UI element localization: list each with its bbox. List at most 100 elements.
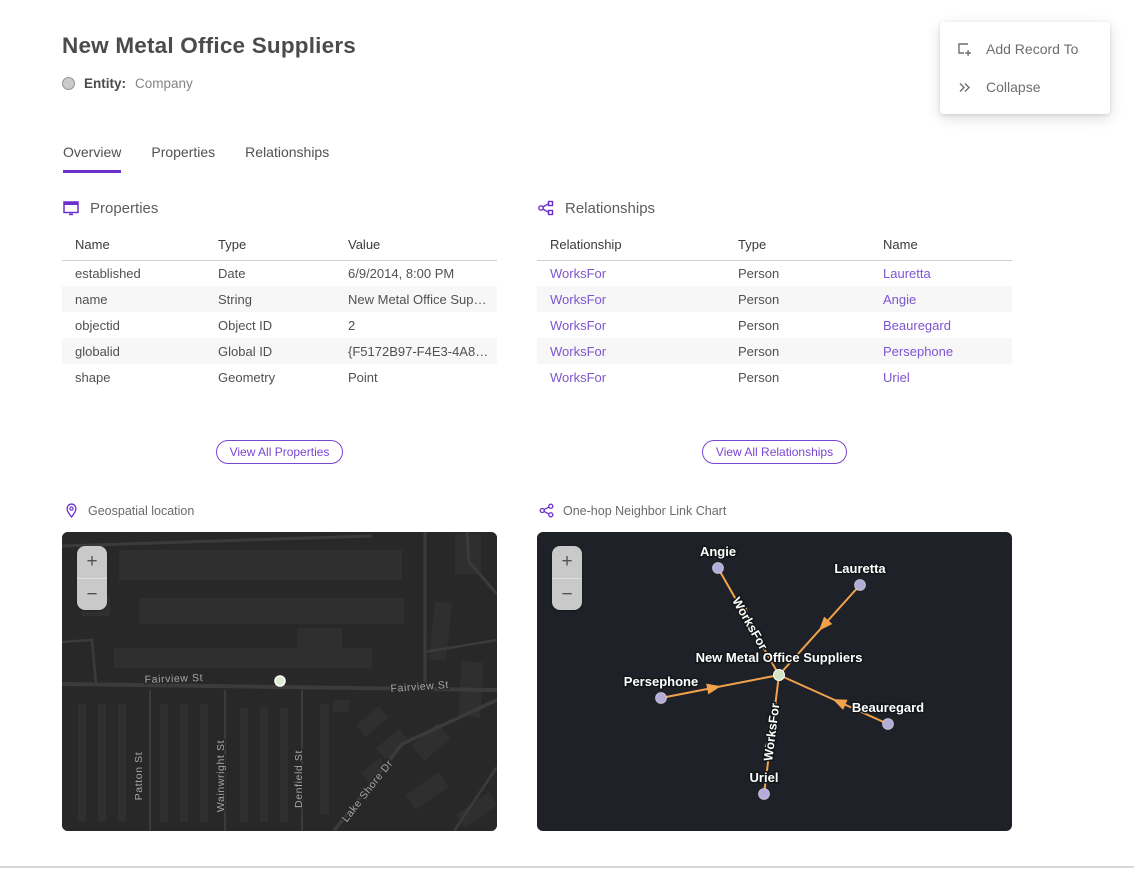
table-row: WorksForPersonBeauregard xyxy=(537,312,1012,338)
table-row: objectidObject ID2 xyxy=(62,312,497,338)
table-row: establishedDate6/9/2014, 8:00 PM xyxy=(62,260,497,286)
graph-node[interactable] xyxy=(713,563,724,574)
link-chart[interactable]: WorksForWorksForAngieLaurettaPersephoneB… xyxy=(537,532,1012,831)
caption-title: Geospatial location xyxy=(88,504,194,518)
section-title: Properties xyxy=(90,200,158,217)
table-row: WorksForPersonUriel xyxy=(537,364,1012,390)
tab-overview[interactable]: Overview xyxy=(63,144,121,173)
properties-section: Properties Name Type Value establishedDa… xyxy=(62,199,497,390)
street-label: Fairview St xyxy=(144,672,203,686)
graph-node-label: Uriel xyxy=(750,770,779,785)
table-cell: New Metal Office Suppliers xyxy=(335,286,497,312)
tab-relationships[interactable]: Relationships xyxy=(245,144,329,173)
table-cell: name xyxy=(62,286,205,312)
column-header: Type xyxy=(205,230,335,260)
collapse-icon xyxy=(956,79,973,96)
properties-icon xyxy=(62,199,80,217)
graph-node-label: Lauretta xyxy=(834,561,886,576)
street-label: Patton St xyxy=(133,752,145,801)
relationships-section: Relationships Relationship Type Name Wor… xyxy=(537,199,1012,390)
properties-table-body: establishedDate6/9/2014, 8:00 PMnameStri… xyxy=(62,260,497,390)
table-cell: String xyxy=(205,286,335,312)
entity-location-marker[interactable] xyxy=(275,676,285,686)
geospatial-map[interactable]: Fairview StFairview StPatton StWainwrigh… xyxy=(62,532,497,831)
table-cell: Person xyxy=(725,286,870,312)
graph-node-label: Angie xyxy=(700,544,736,559)
relationships-icon xyxy=(537,199,555,217)
graph-center-node[interactable] xyxy=(774,670,785,681)
table-link[interactable]: Lauretta xyxy=(870,260,1012,286)
table-cell: established xyxy=(62,260,205,286)
table-cell: 2 xyxy=(335,312,497,338)
graph-edge-label: WorksFor xyxy=(729,595,770,653)
table-cell: Object ID xyxy=(205,312,335,338)
table-cell: Person xyxy=(725,312,870,338)
table-link[interactable]: Beauregard xyxy=(870,312,1012,338)
table-row: nameStringNew Metal Office Suppliers xyxy=(62,286,497,312)
table-cell: Person xyxy=(725,364,870,390)
relationships-table: Relationship Type Name WorksForPersonLau… xyxy=(537,230,1012,390)
map-caption: Geospatial location xyxy=(64,503,194,518)
table-cell: Date xyxy=(205,260,335,286)
properties-table: Name Type Value establishedDate6/9/2014,… xyxy=(62,230,497,390)
add-record-icon xyxy=(956,41,973,58)
view-all-relationships-button[interactable]: View All Relationships xyxy=(702,440,847,464)
graph-node-label: Persephone xyxy=(624,674,698,689)
column-header: Relationship xyxy=(537,230,725,260)
page-title: New Metal Office Suppliers xyxy=(62,33,356,59)
table-row: WorksForPersonLauretta xyxy=(537,260,1012,286)
graph-node[interactable] xyxy=(883,719,894,730)
table-cell: Person xyxy=(725,338,870,364)
table-row: shapeGeometryPoint xyxy=(62,364,497,390)
table-link[interactable]: Uriel xyxy=(870,364,1012,390)
map-pin-icon xyxy=(64,503,79,518)
table-link[interactable]: Angie xyxy=(870,286,1012,312)
column-header: Value xyxy=(335,230,497,260)
table-cell: Geometry xyxy=(205,364,335,390)
caption-title: One-hop Neighbor Link Chart xyxy=(563,504,726,518)
view-all-properties-button[interactable]: View All Properties xyxy=(216,440,344,464)
view-all-relationships-wrap: View All Relationships xyxy=(537,440,1012,464)
menu-item-label: Collapse xyxy=(986,79,1040,95)
column-header: Type xyxy=(725,230,870,260)
table-link[interactable]: WorksFor xyxy=(537,260,725,286)
graph-node[interactable] xyxy=(759,789,770,800)
relationships-table-body: WorksForPersonLaurettaWorksForPersonAngi… xyxy=(537,260,1012,390)
entity-label: Entity: xyxy=(84,76,126,91)
zoom-in-button[interactable]: + xyxy=(77,546,107,578)
table-link[interactable]: WorksFor xyxy=(537,286,725,312)
graph-node-label: Beauregard xyxy=(852,700,924,715)
graph-node[interactable] xyxy=(656,693,667,704)
table-row: WorksForPersonPersephone xyxy=(537,338,1012,364)
menu-item-add-record-to[interactable]: Add Record To xyxy=(940,34,1110,64)
zoom-out-button[interactable]: − xyxy=(552,578,582,610)
graph-edge-arrow xyxy=(833,699,848,710)
table-link[interactable]: WorksFor xyxy=(537,312,725,338)
table-cell: Person xyxy=(725,260,870,286)
table-cell: 6/9/2014, 8:00 PM xyxy=(335,260,497,286)
table-row: globalidGlobal ID{F5172B97-F4E3-4A83-8… xyxy=(62,338,497,364)
chart-zoom-control: + − xyxy=(552,546,582,610)
zoom-out-button[interactable]: − xyxy=(77,578,107,610)
table-link[interactable]: Persephone xyxy=(870,338,1012,364)
entity-subtitle: Entity: Company xyxy=(62,76,193,91)
zoom-in-button[interactable]: + xyxy=(552,546,582,578)
link-chart-svg: WorksForWorksForAngieLaurettaPersephoneB… xyxy=(537,532,1012,831)
table-cell: shape xyxy=(62,364,205,390)
table-row: WorksForPersonAngie xyxy=(537,286,1012,312)
tab-bar: Overview Properties Relationships xyxy=(63,144,329,173)
table-link[interactable]: WorksFor xyxy=(537,364,725,390)
tab-properties[interactable]: Properties xyxy=(151,144,215,173)
section-title: Relationships xyxy=(565,200,655,217)
entity-type-icon xyxy=(62,77,75,90)
graph-center-label: New Metal Office Suppliers xyxy=(696,650,863,665)
entity-type-value: Company xyxy=(135,76,193,91)
graph-node[interactable] xyxy=(855,580,866,591)
table-link[interactable]: WorksFor xyxy=(537,338,725,364)
table-cell: objectid xyxy=(62,312,205,338)
one-hop-icon xyxy=(539,503,554,518)
graph-edge-arrow xyxy=(706,684,721,695)
menu-item-collapse[interactable]: Collapse xyxy=(940,72,1110,102)
table-header-row: Name Type Value xyxy=(62,230,497,260)
view-all-properties-wrap: View All Properties xyxy=(62,440,497,464)
